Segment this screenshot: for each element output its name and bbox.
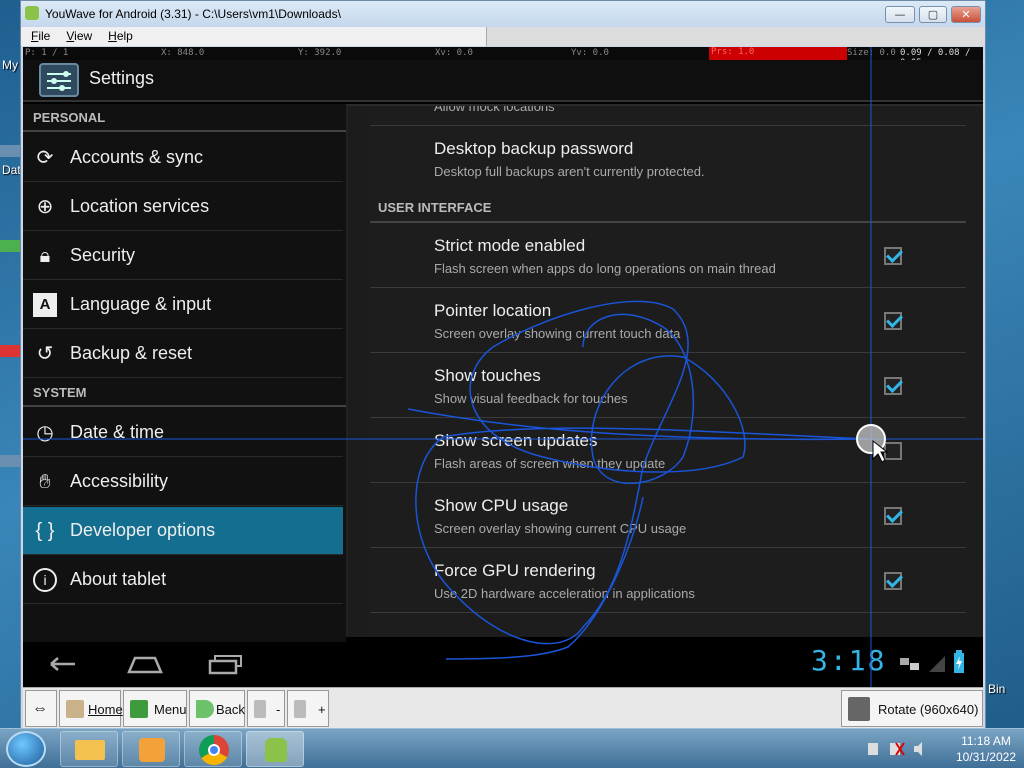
back-button-label: Back <box>216 702 245 717</box>
rotate-button-label: Rotate (960x640) <box>878 702 979 717</box>
desktop-label-my[interactable]: My <box>2 58 18 72</box>
windows-taskbar: 11:18 AM 10/31/2022 <box>0 728 1024 768</box>
android-icon <box>265 738 287 762</box>
clock-date: 10/31/2022 <box>955 750 1016 764</box>
rotate-device-icon <box>848 697 870 721</box>
emulator-toolbar: ⇔ Home Menu Back - + Rotate (960x640) <box>23 687 983 729</box>
volume-down-button[interactable]: - <box>247 690 285 727</box>
menu-file[interactable]: File <box>21 27 56 43</box>
desktop-icon-strip[interactable] <box>0 455 22 467</box>
clock-time: 11:18 AM <box>961 734 1011 748</box>
title-bar[interactable]: YouWave for Android (3.31) - C:\Users\vm… <box>21 1 985 27</box>
desktop-icon-strip[interactable] <box>0 145 22 157</box>
taskbar-media-player[interactable] <box>122 731 180 767</box>
menu-bar-spacer <box>487 27 985 46</box>
start-button[interactable] <box>6 731 46 767</box>
folder-icon <box>75 740 105 760</box>
home-icon <box>66 700 84 718</box>
desktop-label-bin[interactable]: Bin <box>988 682 1005 696</box>
menu-help[interactable]: Help <box>98 27 139 43</box>
volume-up-label: + <box>318 702 326 717</box>
back-arrow-icon <box>196 700 214 718</box>
youwave-window: YouWave for Android (3.31) - C:\Users\vm… <box>20 0 986 730</box>
volume-up-button[interactable]: + <box>287 690 329 727</box>
back-button[interactable]: Back <box>189 690 245 727</box>
tray-icons[interactable] <box>866 741 926 757</box>
speaker-icon <box>294 700 306 718</box>
taskbar-explorer[interactable] <box>60 731 118 767</box>
home-button[interactable]: Home <box>59 690 123 727</box>
taskbar-chrome[interactable] <box>184 731 242 767</box>
maximize-button[interactable]: ▢ <box>919 6 947 23</box>
menu-bar: File View Help <box>21 27 487 46</box>
chrome-icon <box>199 735 229 765</box>
menu-button-label: Menu <box>154 702 187 717</box>
android-app-icon <box>25 6 39 20</box>
menu-icon <box>130 700 148 718</box>
system-clock[interactable]: 11:18 AM 10/31/2022 <box>956 733 1016 765</box>
rotate-button[interactable]: Rotate (960x640) <box>841 690 983 727</box>
speaker-icon <box>254 700 266 718</box>
media-player-icon <box>139 738 165 762</box>
desktop-label-dat[interactable]: Dat <box>2 163 21 177</box>
menu-button[interactable]: Menu <box>123 690 187 727</box>
desktop-icon-strip[interactable] <box>0 240 22 252</box>
desktop-icon-strip[interactable] <box>0 345 22 357</box>
android-screen[interactable]: P: 1 / 1 X: 848.0 Y: 392.0 Xv: 0.0 Yv: 0… <box>23 47 983 687</box>
window-title: YouWave for Android (3.31) - C:\Users\vm… <box>45 7 341 21</box>
menu-view[interactable]: View <box>56 27 98 43</box>
close-button[interactable]: ✕ <box>951 6 981 23</box>
taskbar-youwave[interactable] <box>246 731 304 767</box>
pointer-trace-overlay <box>23 47 983 687</box>
volume-down-label: - <box>276 702 281 717</box>
expand-arrows-icon: ⇔ <box>32 700 48 717</box>
home-button-label: Home <box>88 702 123 717</box>
minimize-button[interactable]: — <box>885 6 915 23</box>
expand-button[interactable]: ⇔ <box>25 690 57 727</box>
